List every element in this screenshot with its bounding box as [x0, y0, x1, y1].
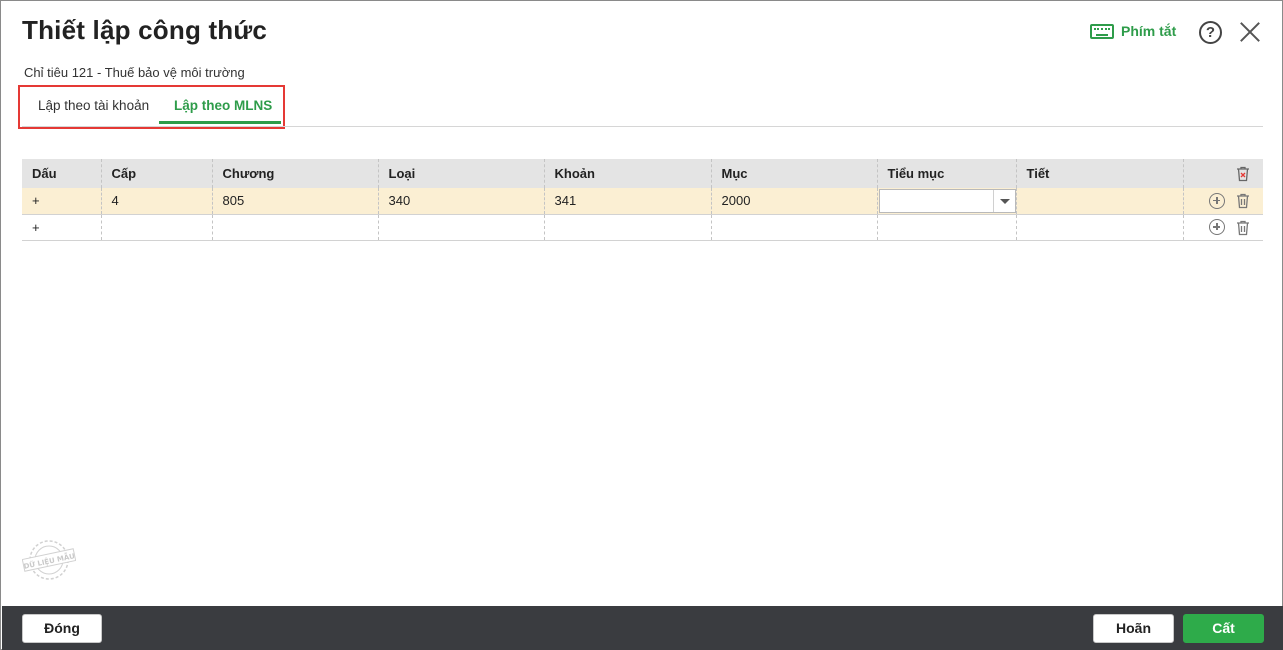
delete-all-icon[interactable] [1235, 165, 1251, 182]
cell-muc[interactable]: 2000 [710, 188, 877, 215]
dialog-footer: Đóng Hoãn Cất [2, 606, 1283, 650]
cancel-button[interactable]: Hoãn [1093, 614, 1174, 643]
grid-header-row: Dấu Cấp Chương Loại Khoản Mục Tiểu mục T… [22, 159, 1263, 188]
keyboard-icon [1090, 23, 1114, 39]
save-button[interactable]: Cất [1183, 614, 1264, 643]
cell-chuong[interactable] [211, 214, 378, 241]
cell-tiet[interactable] [1015, 214, 1183, 241]
cell-dau[interactable]: + [22, 188, 101, 215]
cell-tieu-muc[interactable] [876, 214, 1016, 241]
indicator-subtitle: Chỉ tiêu 121 - Thuế bảo vệ môi trường [24, 65, 245, 80]
column-header-tiet: Tiết [1015, 159, 1183, 188]
cell-muc[interactable] [710, 214, 877, 241]
close-icon[interactable] [1239, 21, 1261, 43]
delete-row-icon[interactable] [1235, 192, 1251, 209]
cell-cap[interactable] [100, 214, 212, 241]
row-actions [1182, 214, 1263, 241]
column-header-loai: Loại [377, 159, 544, 188]
cell-cap[interactable]: 4 [100, 188, 212, 215]
table-row[interactable]: + 4 805 340 341 2000 [22, 188, 1263, 215]
row-actions [1182, 188, 1263, 215]
column-header-dau: Dấu [22, 159, 101, 188]
shortcut-label: Phím tắt [1121, 23, 1177, 39]
table-row[interactable]: + [22, 214, 1263, 241]
sample-data-stamp: DỮ LIỆU MẪU [22, 540, 76, 580]
close-button[interactable]: Đóng [22, 614, 102, 643]
cell-dau[interactable]: + [22, 214, 101, 241]
cell-khoan[interactable] [543, 214, 711, 241]
column-header-tieu-muc: Tiểu mục [876, 159, 1016, 188]
column-header-actions [1182, 159, 1263, 188]
cell-tieu-muc[interactable] [876, 188, 1016, 215]
tab-by-account[interactable]: Lập theo tài khoản [38, 98, 149, 113]
cell-tiet[interactable] [1015, 188, 1183, 215]
formula-grid: Dấu Cấp Chương Loại Khoản Mục Tiểu mục T… [22, 159, 1263, 241]
delete-row-icon[interactable] [1235, 219, 1251, 236]
shortcut-button[interactable]: Phím tắt [1090, 23, 1176, 39]
cell-chuong[interactable]: 805 [211, 188, 378, 215]
chevron-down-icon[interactable] [992, 189, 1015, 212]
dialog-title: Thiết lập công thức [22, 15, 268, 45]
tab-by-mlns[interactable]: Lập theo MLNS [174, 98, 272, 113]
active-tab-indicator [159, 121, 281, 124]
column-header-khoan: Khoản [543, 159, 711, 188]
tieu-muc-select[interactable] [878, 188, 1016, 213]
help-icon[interactable]: ? [1199, 21, 1222, 44]
column-header-cap: Cấp [100, 159, 212, 188]
add-row-icon[interactable] [1209, 219, 1225, 235]
column-header-chuong: Chương [211, 159, 378, 188]
cell-loai[interactable] [377, 214, 544, 241]
add-row-icon[interactable] [1209, 192, 1225, 209]
tabs-divider [22, 126, 1263, 127]
column-header-muc: Mục [710, 159, 877, 188]
formula-setup-dialog: Thiết lập công thức Phím tắt ? Chỉ tiêu … [0, 0, 1283, 650]
cell-khoan[interactable]: 341 [543, 188, 711, 215]
cell-loai[interactable]: 340 [377, 188, 544, 215]
